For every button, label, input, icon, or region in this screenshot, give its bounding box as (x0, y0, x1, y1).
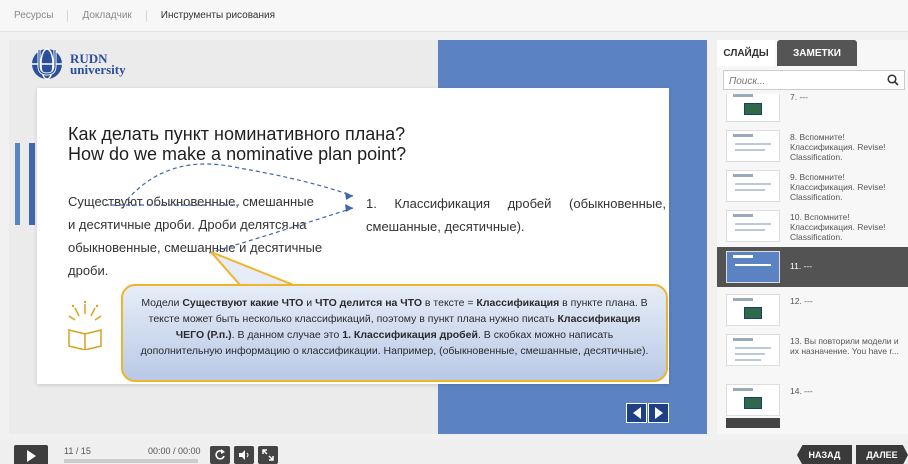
slide-list-item[interactable]: 12. --- (717, 290, 908, 330)
menu-presenter[interactable]: Докладчик (68, 9, 147, 22)
slide-list-item[interactable]: 9. Вспомните! Классификация. Revise! Cla… (717, 166, 908, 206)
callout-text: и (303, 297, 316, 309)
callout-bold: Существуют какие ЧТО (182, 297, 304, 309)
slide-list-item[interactable]: 14. --- (717, 380, 908, 420)
slide-list-label: 7. --- (790, 94, 808, 102)
tab-slides[interactable]: СЛАЙДЫ (717, 40, 775, 66)
top-menu: Ресурсы Докладчик Инструменты рисования (0, 0, 908, 32)
slide-list-label: 14. --- (790, 386, 813, 396)
callout-text: . В данном случае это (231, 329, 343, 341)
search-input[interactable] (724, 72, 874, 91)
slide-list-item-active[interactable]: 11. --- (717, 247, 908, 287)
tab-notes[interactable]: ЗАМЕТКИ (777, 40, 857, 66)
slide-list-item[interactable]: 13. Вы повторили модели и их назначение.… (717, 330, 908, 370)
prev-slide-button[interactable] (626, 403, 647, 423)
slide-stage: RUDN university Как делать пункт номинат… (9, 40, 707, 434)
slide-thumbnail (726, 294, 780, 326)
slide-list-label: 10. Вспомните! Классификация. Revise! Cl… (790, 212, 886, 242)
slide-thumbnail (726, 251, 780, 283)
slide-list: 7. --- 8. Вспомните! Классификация. Revi… (717, 94, 908, 429)
callout-text: Модели (141, 297, 183, 309)
replay-button[interactable] (210, 446, 230, 464)
replay-icon (215, 449, 225, 460)
player-window: Ресурсы Докладчик Инструменты рисования … (0, 0, 908, 464)
slide-counter: 11 / 15 (64, 446, 91, 456)
slide-list-item[interactable]: 10. Вспомните! Классификация. Revise! Cl… (717, 206, 908, 246)
slide-list-label: 13. Вы повторили модели и их назначение.… (790, 336, 899, 356)
slide-thumbnail (726, 170, 780, 202)
slide-list-item[interactable]: 8. Вспомните! Классификация. Revise! Cla… (717, 126, 908, 166)
play-button[interactable] (14, 445, 48, 464)
progress-bar[interactable] (64, 459, 198, 463)
search-box (723, 70, 905, 91)
slide-list-scrollbar[interactable] (726, 418, 780, 428)
slide-thumbnail (726, 334, 780, 366)
slide-thumbnail (726, 94, 780, 122)
next-button[interactable]: ДАЛЕЕ (856, 445, 908, 464)
slide-thumbnail (726, 384, 780, 416)
explanation-callout: Модели Существуют какие ЧТО и ЧТО делитс… (121, 284, 668, 382)
slide-list-item[interactable]: 7. --- (717, 94, 908, 126)
fullscreen-icon (262, 449, 274, 461)
volume-icon (239, 450, 249, 460)
slide-thumbnail (726, 130, 780, 162)
callout-bold: ЧТО делится на ЧТО (315, 297, 422, 309)
player-controls: 11 / 15 00:00 / 00:00 НАЗАД ДАЛЕЕ (0, 440, 908, 464)
slide-nav (625, 403, 669, 423)
book-icon (68, 300, 102, 350)
play-icon (27, 450, 36, 462)
time-display: 00:00 / 00:00 (148, 446, 201, 456)
volume-button[interactable] (234, 446, 254, 464)
slide-thumbnail (726, 210, 780, 242)
next-slide-button[interactable] (648, 403, 669, 423)
slide-list-label: 11. --- (790, 261, 813, 271)
callout-text: в тексте = (422, 297, 477, 309)
callout-bold: 1. Классификация дробей (342, 329, 478, 341)
slide-list-label: 12. --- (790, 296, 813, 306)
fullscreen-button[interactable] (258, 446, 278, 464)
menu-resources[interactable]: Ресурсы (14, 9, 69, 22)
sidebar-tabs: СЛАЙДЫ ЗАМЕТКИ (717, 40, 857, 66)
menu-drawing-tools[interactable]: Инструменты рисования (147, 10, 289, 22)
prev-slide-icon (632, 407, 641, 419)
slide-list-label: 8. Вспомните! Классификация. Revise! Cla… (790, 132, 886, 162)
search-icon[interactable] (887, 74, 899, 86)
next-slide-icon (654, 407, 663, 419)
sidebar: СЛАЙДЫ ЗАМЕТКИ 7. --- 8. Вспомните! Клас… (717, 40, 908, 434)
back-button[interactable]: НАЗАД (797, 445, 852, 464)
slide-list-label: 9. Вспомните! Классификация. Revise! Cla… (790, 172, 886, 202)
callout-bold: Классификация (476, 297, 560, 309)
